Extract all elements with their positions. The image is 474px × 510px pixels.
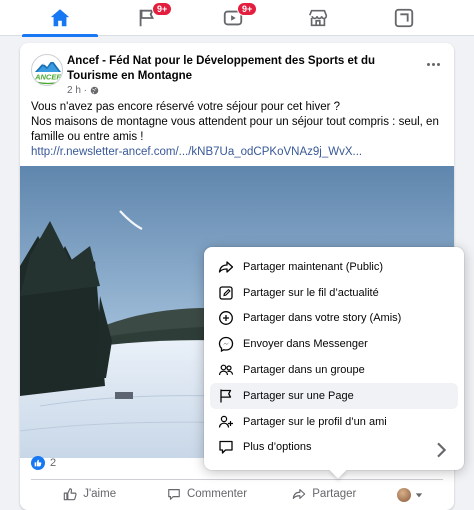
send-in-messenger[interactable]: Envoyer dans Messenger	[210, 331, 458, 357]
comment-button[interactable]: Commenter	[148, 480, 265, 507]
reaction-count: 2	[50, 457, 57, 469]
friend-icon	[218, 415, 233, 428]
tab-marketplace[interactable]	[276, 0, 360, 36]
messenger-icon	[218, 337, 234, 353]
menu-item-label: Envoyer dans Messenger	[243, 338, 368, 351]
share-now-public[interactable]: Partager maintenant (Public)	[210, 254, 458, 280]
menu-item-label: Partager sur une Page	[243, 389, 354, 402]
tab-gaming[interactable]	[362, 0, 446, 36]
post-link[interactable]: http://r.newsletter-ancef.com/.../kNB7Ua…	[31, 146, 362, 158]
menu-item-label: Partager dans votre story (Amis)	[243, 312, 402, 325]
comment-label: Commenter	[186, 487, 248, 500]
menu-item-label: Partager sur le fil d’actualité	[243, 286, 379, 299]
comment-icon	[168, 488, 180, 500]
page-avatar[interactable]: ANCEF	[31, 54, 63, 86]
group-icon	[218, 364, 234, 376]
user-avatar	[396, 488, 411, 502]
post-options-button[interactable]	[422, 56, 444, 72]
like-label: J'aime	[83, 487, 117, 500]
gaming-icon	[394, 8, 414, 28]
plus-circle-icon	[219, 311, 233, 326]
chevron-right-icon	[437, 442, 447, 457]
flag-icon	[220, 389, 232, 403]
notification-badge: 9+	[237, 2, 258, 16]
notification-badge: 9+	[152, 2, 173, 16]
share-menu: Partager maintenant (Public) Partager su…	[204, 247, 464, 479]
profile-selector[interactable]	[383, 480, 443, 507]
share-to-feed[interactable]: Partager sur le fil d’actualité	[210, 280, 458, 306]
home-icon	[50, 9, 70, 27]
share-button[interactable]: Partager	[266, 480, 383, 507]
ancef-logo-icon: ANCEF	[34, 60, 61, 85]
thumbs-up-icon	[63, 487, 77, 500]
more-options[interactable]: Plus d’options	[210, 435, 458, 461]
share-to-group[interactable]: Partager dans un groupe	[210, 357, 458, 383]
globe-icon	[90, 86, 99, 95]
menu-item-label: Partager maintenant (Public)	[243, 260, 384, 273]
post-text-line: Nos maisons de montagne vous attendent p…	[31, 116, 439, 143]
like-button[interactable]: J'aime	[31, 480, 148, 507]
post-meta: 2 h ·	[67, 85, 99, 96]
shop-icon	[308, 9, 328, 27]
edit-icon	[219, 286, 233, 300]
chat-icon	[219, 441, 233, 455]
reaction-summary[interactable]: 2	[31, 456, 56, 470]
tab-watch[interactable]: 9+	[191, 0, 275, 36]
share-to-page[interactable]: Partager sur une Page	[210, 382, 458, 409]
share-to-story[interactable]: Partager dans votre story (Amis)	[210, 306, 458, 332]
tab-pages[interactable]: 9+	[105, 0, 189, 36]
tab-home[interactable]	[18, 0, 102, 37]
menu-item-label: Partager sur le profil d’un ami	[243, 415, 387, 428]
share-arrow-icon	[293, 488, 306, 499]
share-to-friend-profile[interactable]: Partager sur le profil d’un ami	[210, 409, 458, 435]
share-label: Partager	[312, 487, 357, 500]
post-time[interactable]: 2 h ·	[67, 85, 87, 96]
menu-item-label: Plus d’options	[243, 441, 312, 454]
svg-text:ANCEF: ANCEF	[34, 73, 61, 82]
top-navigation-bar: 9+ 9+	[0, 0, 474, 37]
post-text-line: Vous n'avez pas encore réservé votre séj…	[31, 101, 341, 113]
post-action-bar: J'aime Commenter Partager	[31, 479, 443, 507]
like-reaction-icon	[31, 456, 45, 470]
post-text: Vous n'avez pas encore réservé votre séj…	[31, 100, 441, 160]
page-name-link[interactable]: Ancef - Féd Nat pour le Développement de…	[67, 54, 412, 84]
menu-item-label: Partager dans un groupe	[243, 364, 365, 377]
caret-down-icon	[415, 493, 423, 498]
share-arrow-icon	[218, 261, 234, 273]
